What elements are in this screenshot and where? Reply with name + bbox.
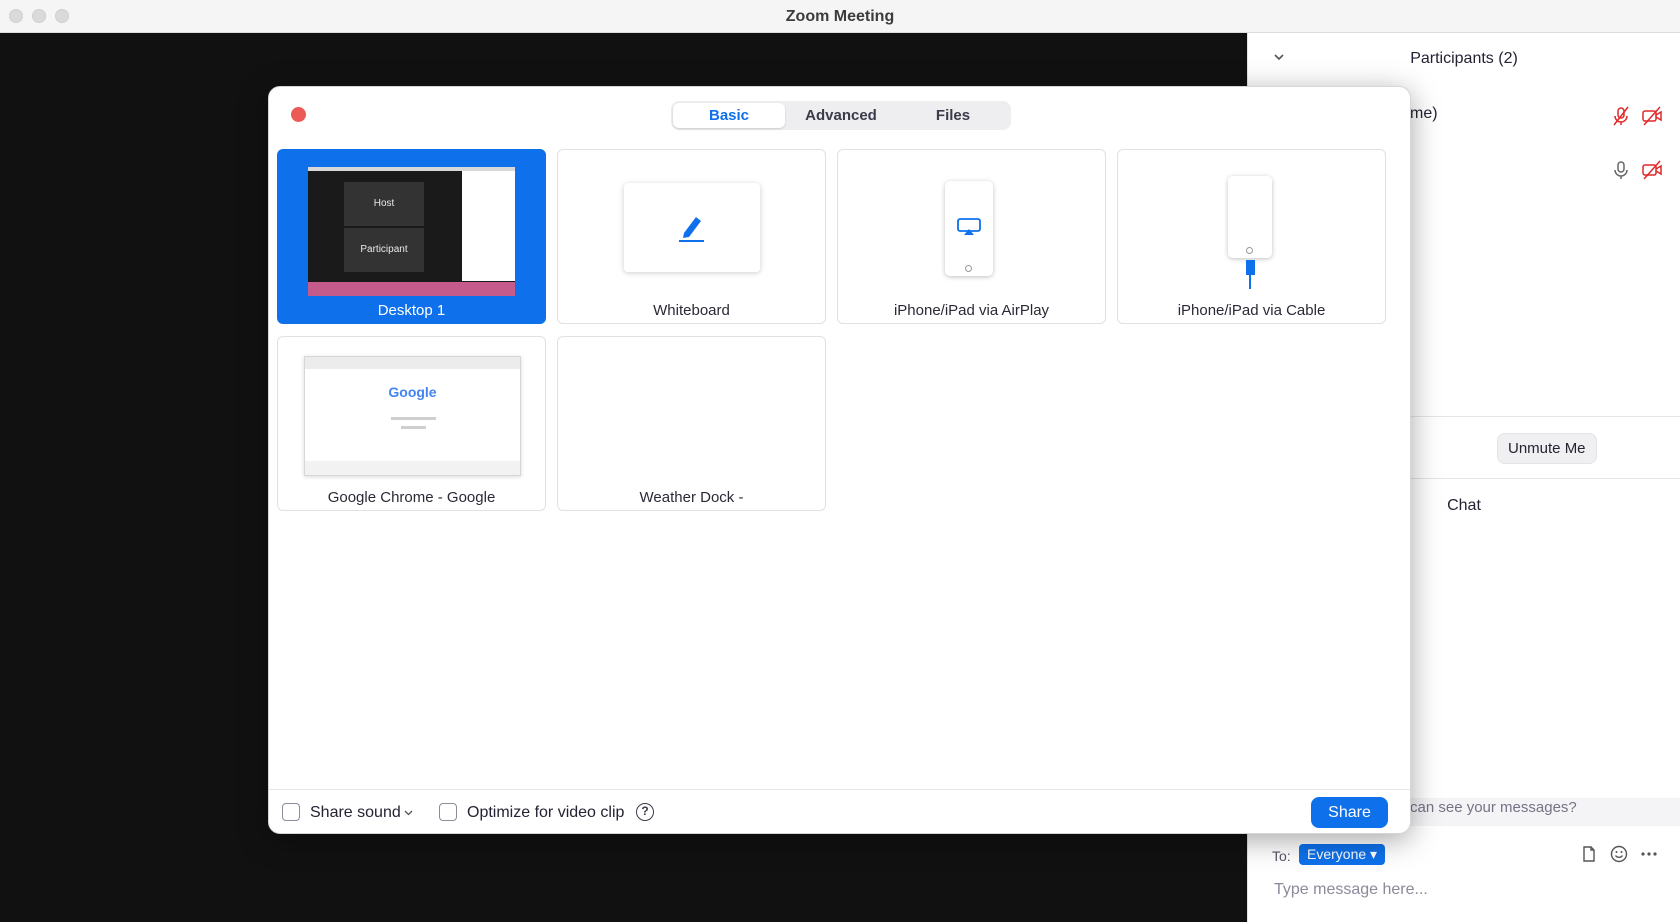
more-icon[interactable] (1639, 844, 1659, 864)
video-off-icon[interactable] (1641, 105, 1663, 127)
desktop-thumbnail: Host Participant (308, 167, 515, 296)
dialog-close-button[interactable] (291, 107, 306, 122)
unmute-me-button[interactable]: Unmute Me (1497, 433, 1597, 464)
file-icon[interactable] (1579, 844, 1599, 864)
cable-wire (1249, 274, 1251, 289)
share-option-desktop[interactable]: Host Participant Desktop 1 (277, 149, 546, 324)
home-button (1246, 247, 1253, 254)
recipient-label: Everyone (1307, 846, 1367, 862)
pencil-icon (679, 217, 704, 242)
tile-label: Google Chrome - Google (327, 489, 496, 506)
share-button[interactable]: Share (1311, 797, 1388, 828)
chat-visibility-notice[interactable]: can see your messages? (1410, 799, 1577, 816)
participant-tile: Participant (344, 228, 424, 272)
share-option-weather-dock[interactable]: Weather Dock - (557, 336, 826, 511)
thumbnail-side-panel (462, 171, 515, 281)
share-sound-label[interactable]: Share sound (310, 804, 401, 822)
share-option-airplay[interactable]: iPhone/iPad via AirPlay (837, 149, 1106, 324)
tab-advanced[interactable]: Advanced (785, 103, 897, 128)
google-logo: Google (305, 384, 520, 400)
share-tabs: Basic Advanced Files (671, 101, 1011, 130)
title-bar: Zoom Meeting (0, 0, 1680, 33)
muted-mic-icon[interactable] (1610, 105, 1632, 127)
tab-basic[interactable]: Basic (673, 103, 785, 128)
phone-graphic (1228, 176, 1272, 258)
video-off-icon[interactable] (1641, 159, 1663, 181)
tile-label: iPhone/iPad via Cable (1177, 302, 1326, 319)
thumbnail-dock (308, 282, 515, 296)
tile-label: Desktop 1 (377, 302, 446, 319)
phone-graphic (945, 181, 993, 276)
share-option-cable[interactable]: iPhone/iPad via Cable (1117, 149, 1386, 324)
home-button (965, 265, 972, 272)
help-icon[interactable]: ? (636, 803, 654, 821)
cable-connector-icon (1246, 260, 1255, 275)
footer-divider (269, 789, 1410, 790)
optimize-video-label[interactable]: Optimize for video clip (467, 804, 624, 822)
optimize-video-checkbox[interactable] (439, 803, 457, 821)
participants-title: Participants (2) (1410, 50, 1518, 67)
tile-label: Weather Dock - (639, 489, 744, 506)
airplay-icon (957, 218, 981, 235)
share-option-chrome-window[interactable]: Google Google Chrome - Google (277, 336, 546, 511)
chat-input[interactable]: Type message here... (1274, 881, 1428, 899)
share-option-whiteboard[interactable]: Whiteboard (557, 149, 826, 324)
whiteboard-card (624, 183, 760, 272)
host-tile: Host (344, 182, 424, 226)
participant-name: me) (1410, 105, 1438, 122)
emoji-icon[interactable] (1609, 844, 1629, 864)
tab-files[interactable]: Files (897, 103, 1009, 128)
caret-down-icon: ▾ (1370, 846, 1378, 862)
google-logo-text: Google (388, 384, 437, 400)
chevron-down-icon[interactable] (404, 809, 413, 817)
tile-label: Whiteboard (653, 302, 730, 319)
window-title: Zoom Meeting (785, 8, 895, 25)
mic-icon[interactable] (1610, 159, 1632, 181)
share-sound-checkbox[interactable] (282, 803, 300, 821)
chat-to-label: To: (1272, 848, 1291, 864)
share-screen-dialog: Basic Advanced Files Host Participant De… (268, 86, 1411, 834)
chrome-thumbnail: Google (304, 356, 521, 476)
chat-recipient-dropdown[interactable]: Everyone ▾ (1299, 844, 1386, 865)
tile-label: iPhone/iPad via AirPlay (893, 302, 1050, 319)
